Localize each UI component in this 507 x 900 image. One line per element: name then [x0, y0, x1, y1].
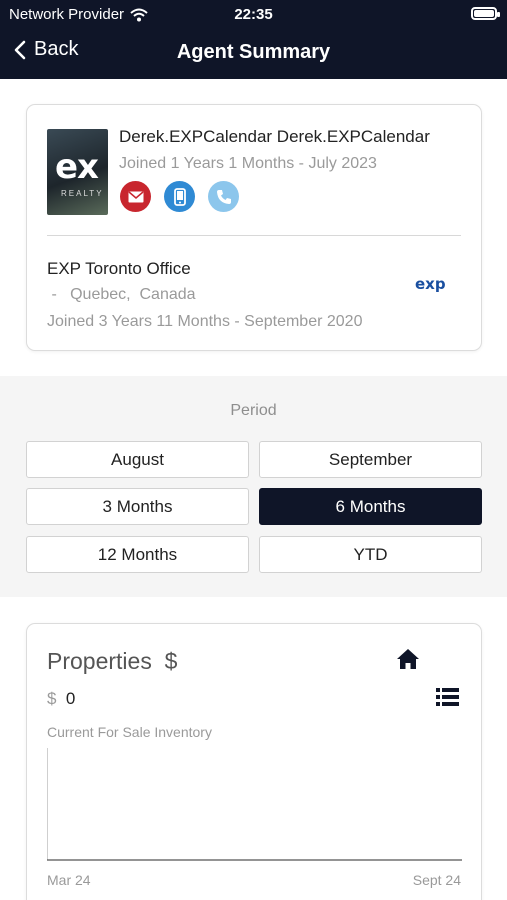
inventory-label: Current For Sale Inventory	[47, 724, 212, 740]
top-bar: Network Provider 22:35 Back Agent Summar…	[0, 0, 507, 79]
office-joined: Joined 3 Years 11 Months - September 202…	[47, 313, 363, 330]
office-name: EXP Toronto Office	[47, 259, 191, 278]
agent-name: Derek.EXPCalendar Derek.EXPCalendar	[119, 127, 430, 146]
nav-bar: Back Agent Summary	[0, 28, 507, 79]
status-time: 22:35	[234, 6, 273, 23]
contact-actions	[120, 181, 239, 212]
agent-avatar: ex REALTY	[47, 129, 108, 215]
period-option-ytd[interactable]: YTD	[259, 536, 482, 573]
envelope-icon	[128, 190, 143, 202]
currency-symbol: $	[47, 689, 57, 708]
properties-value: $ 0	[47, 689, 75, 709]
page-title: Agent Summary	[176, 41, 331, 63]
period-label: Period	[230, 402, 277, 419]
period-option-september[interactable]: September	[259, 441, 482, 478]
mobile-phone-icon	[173, 187, 186, 206]
properties-amount: 0	[65, 689, 76, 708]
x-axis-start: Mar 24	[47, 872, 91, 888]
properties-card: Properties $ $ 0 Current For Sale Invent…	[26, 623, 482, 900]
avatar-logo-subtext: REALTY	[61, 189, 104, 198]
status-bar: Network Provider 22:35	[0, 0, 507, 28]
phone-icon	[216, 189, 231, 204]
home-icon[interactable]	[396, 648, 420, 670]
properties-title: Properties $	[47, 648, 178, 674]
period-section: Period August September 3 Months 6 Month…	[0, 376, 507, 597]
agent-card: ex REALTY Derek.EXPCalendar Derek.EXPCal…	[26, 104, 482, 351]
email-button[interactable]	[120, 181, 151, 212]
list-view-icon[interactable]	[436, 688, 459, 706]
period-option-3-months[interactable]: 3 Months	[26, 488, 249, 525]
office-logo: exp	[415, 275, 446, 293]
period-option-august[interactable]: August	[26, 441, 249, 478]
office-location: - Quebec, Canada	[47, 286, 196, 303]
call-button[interactable]	[208, 181, 239, 212]
avatar-logo-text: ex	[55, 147, 99, 187]
divider	[47, 235, 461, 236]
inventory-chart	[47, 748, 462, 861]
period-option-12-months[interactable]: 12 Months	[26, 536, 249, 573]
agent-joined: Joined 1 Years 1 Months - July 2023	[119, 155, 377, 172]
x-axis-end: Sept 24	[412, 872, 461, 888]
period-option-6-months[interactable]: 6 Months	[259, 488, 482, 525]
battery-icon	[471, 7, 500, 20]
mobile-button[interactable]	[164, 181, 195, 212]
